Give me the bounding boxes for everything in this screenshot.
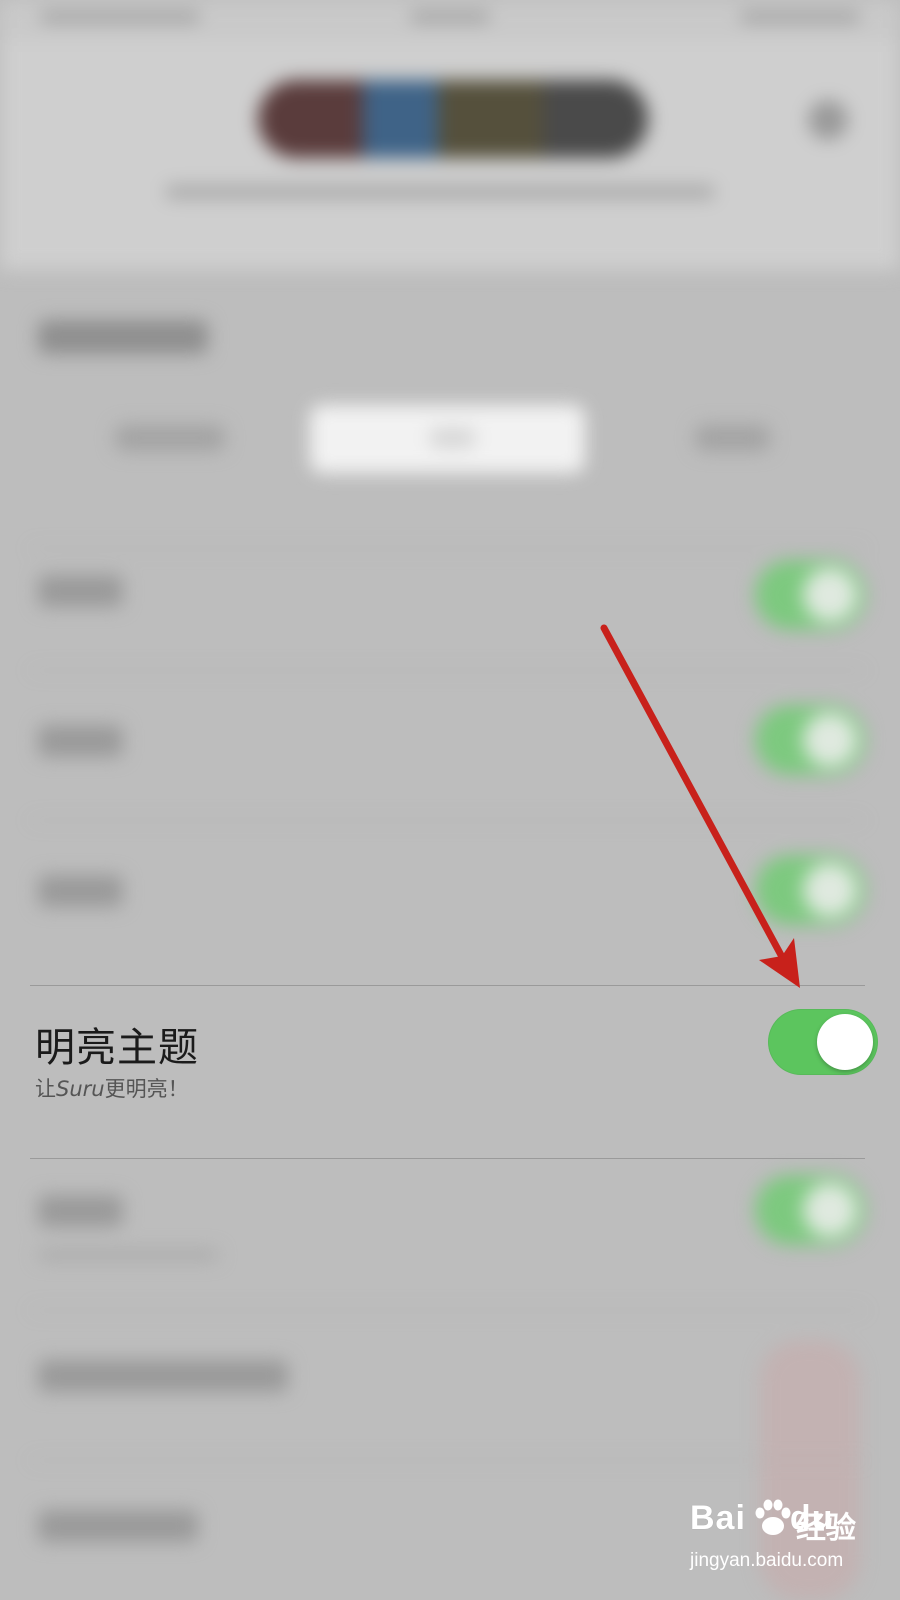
blurred-section-title [38,320,208,354]
blurred-background [0,0,900,1600]
blurred-segment-left [115,425,225,451]
watermark-jingyan: 经验 [796,1511,856,1546]
blurred-segment-right [695,425,770,451]
blurred-color-picker [258,80,648,158]
subtitle-suffix: 更明亮！ [104,1077,189,1101]
blurred-row-label [38,1510,198,1542]
baidu-jingyan-watermark: Bai du 经验 jingyan.baidu.com [688,1495,888,1595]
blurred-segment-selected-text [430,428,475,448]
blurred-toggle [755,1175,865,1245]
divider-bottom [30,1158,865,1159]
blurred-top-button [808,100,848,140]
bright-theme-toggle[interactable] [768,1009,878,1075]
blurred-row-subtitle [38,1250,218,1260]
blurred-row-label [38,1360,288,1392]
blurred-caption [165,185,715,199]
watermark-brand-left: Bai [690,1499,746,1537]
blurred-status-bar [0,0,900,40]
bright-theme-title: 明亮主题 [35,1025,199,1071]
paw-icon [755,1499,791,1535]
bright-theme-row[interactable]: 明亮主题 让Suru更明亮！ [0,985,900,1135]
subtitle-prefix: 让 [35,1077,56,1101]
blurred-row-label [38,575,123,607]
blurred-toggle [755,705,865,775]
blurred-row-label [38,725,123,757]
bright-theme-subtitle: 让Suru更明亮！ [35,1073,189,1103]
subtitle-brand: Suru [56,1077,105,1101]
blurred-row-label [38,875,123,907]
blurred-row-label [38,1195,123,1227]
watermark-url: jingyan.baidu.com [690,1550,844,1571]
blurred-toggle [755,855,865,925]
toggle-knob [817,1014,873,1070]
blurred-toggle [755,560,865,630]
